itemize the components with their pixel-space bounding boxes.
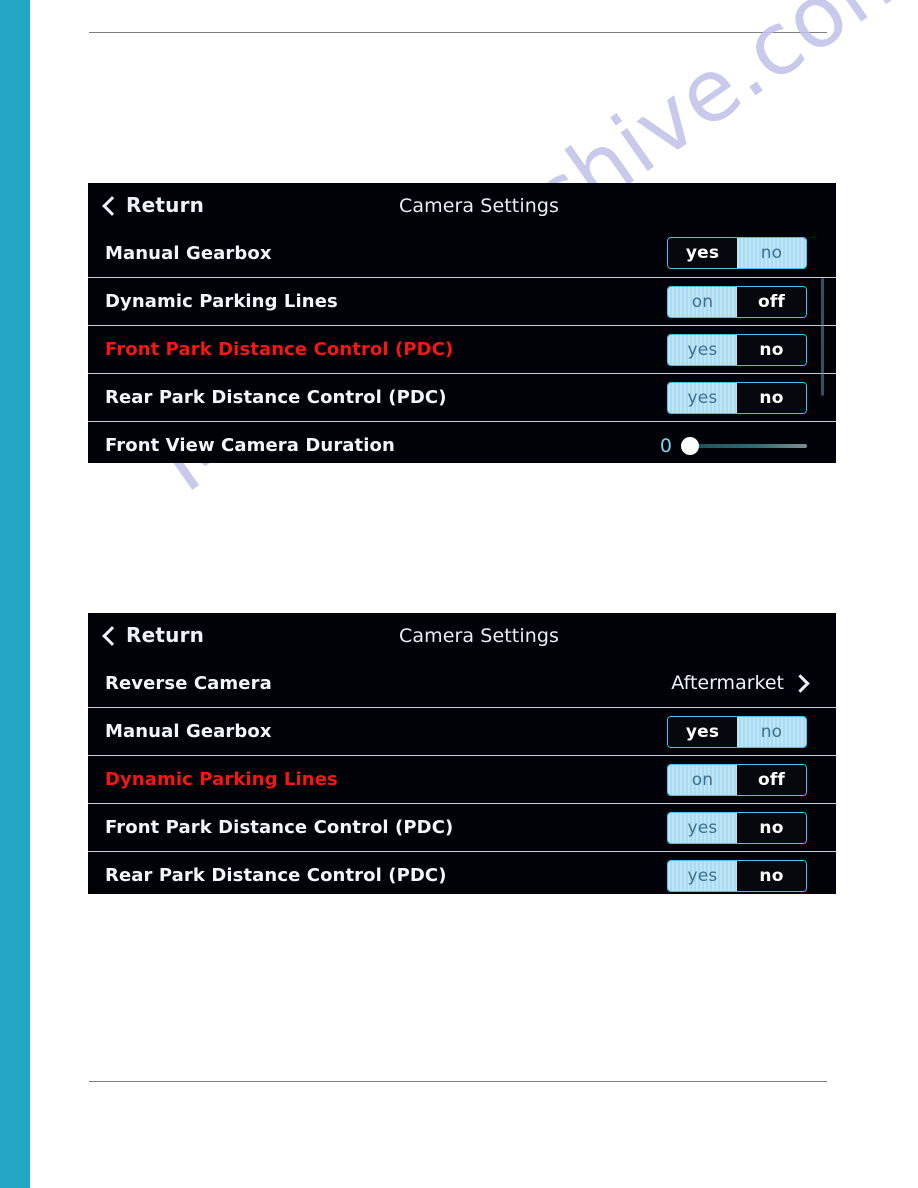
- screen-title: Camera Settings: [399, 195, 560, 217]
- segmented-toggle[interactable]: yes no: [667, 859, 807, 892]
- settings-row[interactable]: Front Park Distance Control (PDC) yes no: [88, 325, 836, 373]
- settings-row-label: Dynamic Parking Lines: [105, 769, 338, 790]
- return-button-label: Return: [126, 193, 205, 217]
- toggle-option-no[interactable]: no: [737, 238, 806, 268]
- screen-title: Camera Settings: [399, 625, 560, 647]
- toggle-option-yes[interactable]: yes: [668, 382, 737, 413]
- segmented-toggle[interactable]: yes no: [667, 237, 807, 269]
- toggle-option-yes[interactable]: yes: [668, 238, 737, 268]
- screen-header: Return Camera Settings: [88, 613, 836, 659]
- settings-row-label: Manual Gearbox: [105, 721, 272, 742]
- scroll-indicator[interactable]: [821, 278, 824, 396]
- slider-track-box[interactable]: [681, 436, 807, 455]
- segmented-toggle[interactable]: yes no: [667, 333, 807, 366]
- settings-row-control: on off: [667, 763, 807, 796]
- settings-row-control: yes no: [667, 811, 807, 844]
- slider-track: [690, 443, 807, 448]
- camera-settings-screen-2: Return Camera Settings Reverse Camera After…: [88, 613, 836, 894]
- value-link[interactable]: Aftermarket: [671, 672, 810, 694]
- return-button[interactable]: Return: [102, 193, 205, 217]
- settings-row[interactable]: Manual Gearbox yes no: [88, 229, 836, 277]
- segmented-toggle[interactable]: yes no: [667, 811, 807, 844]
- settings-row-control: yes no: [667, 859, 807, 892]
- settings-row[interactable]: Dynamic Parking Lines on off: [88, 755, 836, 803]
- settings-row-label: Front View Camera Duration: [105, 435, 395, 456]
- settings-row-label: Front Park Distance Control (PDC): [105, 339, 454, 360]
- settings-row[interactable]: Rear Park Distance Control (PDC) yes no: [88, 851, 836, 894]
- return-button-label: Return: [126, 623, 205, 647]
- camera-settings-screen-1: Return Camera Settings Manual Gearbox yes no…: [88, 183, 836, 463]
- toggle-option-yes[interactable]: yes: [668, 860, 737, 891]
- settings-row[interactable]: Dynamic Parking Lines on off: [88, 277, 836, 325]
- value-text: Aftermarket: [671, 672, 784, 694]
- toggle-option-no[interactable]: no: [737, 382, 806, 413]
- return-button[interactable]: Return: [102, 623, 205, 647]
- settings-row-control: on off: [667, 285, 807, 318]
- toggle-option-yes[interactable]: yes: [668, 812, 737, 843]
- slider-value-label: 0: [659, 434, 672, 457]
- settings-row-control: yes no: [667, 715, 807, 748]
- settings-row[interactable]: Reverse Camera Aftermarket: [88, 659, 836, 707]
- toggle-option-yes[interactable]: yes: [668, 334, 737, 365]
- settings-row[interactable]: Front View Camera Duration 0: [88, 421, 836, 463]
- settings-row-label: Rear Park Distance Control (PDC): [105, 387, 447, 408]
- toggle-option-no[interactable]: no: [737, 860, 806, 891]
- toggle-option-no[interactable]: no: [737, 334, 806, 365]
- segmented-toggle[interactable]: yes no: [667, 381, 807, 414]
- chevron-left-icon: [102, 195, 122, 216]
- settings-list: Manual Gearbox yes no Dynamic Parking Lines…: [88, 229, 836, 463]
- chevron-right-icon: [791, 673, 810, 693]
- settings-row-control: 0: [660, 435, 807, 457]
- toggle-option-on[interactable]: on: [668, 764, 737, 795]
- settings-row-control: yes no: [667, 333, 807, 366]
- settings-row[interactable]: Rear Park Distance Control (PDC) yes no: [88, 373, 836, 421]
- settings-row-control: Aftermarket: [671, 672, 810, 694]
- settings-row-label: Rear Park Distance Control (PDC): [105, 865, 447, 886]
- toggle-option-off[interactable]: off: [737, 764, 806, 795]
- header-rule: [89, 32, 827, 33]
- slider-control[interactable]: 0: [660, 435, 807, 457]
- document-page: Manualsarchive.com ReturnCamera Settings…: [0, 0, 918, 1188]
- slider-knob[interactable]: [681, 436, 699, 455]
- toggle-option-on[interactable]: on: [668, 286, 737, 317]
- settings-row-label: Dynamic Parking Lines: [105, 291, 338, 312]
- settings-row[interactable]: Front Park Distance Control (PDC) yes no: [88, 803, 836, 851]
- page-side-stripe: [0, 0, 30, 1188]
- footer-rule: [89, 1081, 827, 1082]
- chevron-left-icon: [102, 625, 122, 646]
- settings-row-control: yes no: [667, 381, 807, 414]
- segmented-toggle[interactable]: on off: [667, 763, 807, 796]
- screen-header: Return Camera Settings: [88, 183, 836, 229]
- settings-row[interactable]: Manual Gearbox yes no: [88, 707, 836, 755]
- settings-row-label: Front Park Distance Control (PDC): [105, 817, 454, 838]
- settings-row-label: Reverse Camera: [105, 672, 272, 694]
- segmented-toggle[interactable]: yes no: [667, 715, 807, 748]
- toggle-option-no[interactable]: no: [737, 812, 806, 843]
- settings-row-label: Manual Gearbox: [105, 242, 272, 264]
- toggle-option-yes[interactable]: yes: [668, 716, 737, 747]
- toggle-option-no[interactable]: no: [737, 716, 806, 747]
- settings-list: Reverse Camera Aftermarket Manual Gearbox y…: [88, 659, 836, 894]
- toggle-option-off[interactable]: off: [737, 286, 806, 317]
- settings-row-control: yes no: [667, 237, 807, 269]
- segmented-toggle[interactable]: on off: [667, 285, 807, 318]
